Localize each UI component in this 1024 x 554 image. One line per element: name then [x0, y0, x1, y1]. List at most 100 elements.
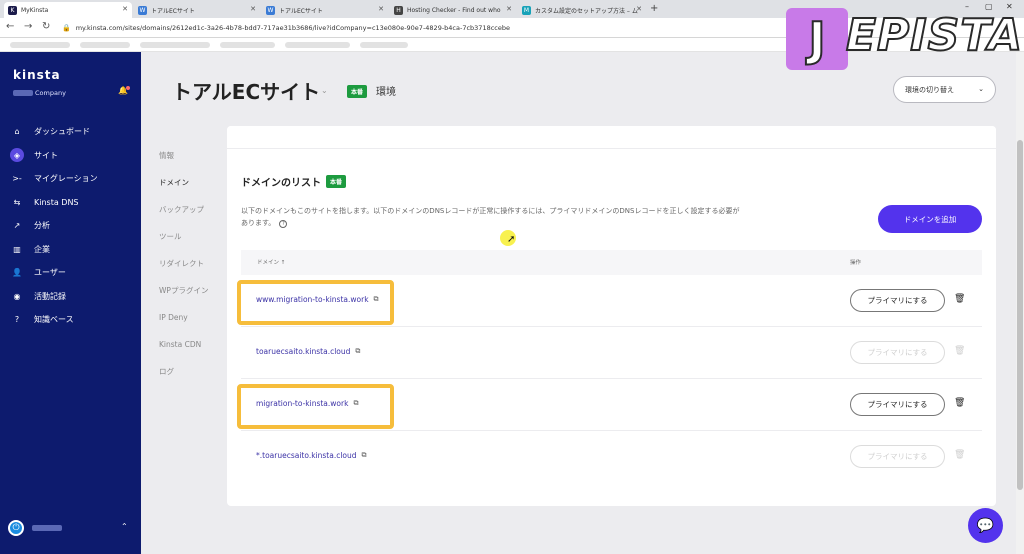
- subnav-tools[interactable]: ツール: [159, 223, 229, 250]
- domain-link[interactable]: toaruecsaito.kinsta.cloud ⧉: [256, 347, 360, 356]
- lock-icon: 🔒: [62, 24, 71, 32]
- sidebar-item-migration[interactable]: >- マイグレーション: [0, 167, 141, 191]
- dns-icon: ⇆: [13, 197, 21, 207]
- chat-icon[interactable]: 💬: [968, 508, 1003, 543]
- kinsta-logo[interactable]: kinsta: [13, 68, 61, 82]
- forward-icon[interactable]: →: [24, 21, 32, 32]
- subnav-ip-deny[interactable]: IP Deny: [159, 304, 229, 331]
- sidebar-item-knowledge-base[interactable]: ? 知識ベース: [0, 308, 141, 332]
- company-icon: ▥: [13, 244, 21, 254]
- sidebar-item-label: 企業: [34, 244, 50, 254]
- reload-icon[interactable]: ↻: [42, 21, 50, 32]
- bookmark-item[interactable]: [220, 42, 275, 48]
- sidebar-item-label: ユーザー: [34, 268, 66, 278]
- sidebar-item-label: サイト: [34, 150, 58, 160]
- trash-icon[interactable]: 🗑: [954, 398, 965, 408]
- subnav-redirects[interactable]: リダイレクト: [159, 250, 229, 277]
- make-primary-button[interactable]: プライマリにする: [850, 289, 945, 312]
- url-text: my.kinsta.com/sites/domains/2612ed1c-3a2…: [75, 24, 510, 32]
- new-tab-icon[interactable]: +: [650, 3, 658, 14]
- chevron-down-icon[interactable]: ⌄: [321, 86, 328, 95]
- sidebar-item-label: 知識ベース: [34, 315, 74, 325]
- sidebar-item-label: Kinsta DNS: [34, 197, 79, 207]
- subnav-domains[interactable]: ドメイン: [159, 169, 229, 196]
- close-tab-icon[interactable]: ✕: [378, 5, 384, 13]
- domains-section-title: ドメインのリスト 本番: [241, 174, 347, 189]
- tab-title: トアルECサイト: [151, 7, 195, 15]
- chevron-up-icon[interactable]: ⌃: [121, 522, 128, 531]
- subnav-backups[interactable]: バックアップ: [159, 196, 229, 223]
- domain-link[interactable]: *.toaruecsaito.kinsta.cloud ⧉: [256, 451, 367, 460]
- sidebar-item-label: マイグレーション: [34, 174, 98, 184]
- close-tab-icon[interactable]: ✕: [506, 5, 512, 13]
- browser-tab-site-1[interactable]: W トアルECサイト ✕: [134, 2, 260, 18]
- browser-tab-site-2[interactable]: W トアルECサイト ✕: [262, 2, 388, 18]
- trash-icon[interactable]: 🗑: [954, 294, 965, 304]
- table-row: *.toaruecsaito.kinsta.cloud ⧉ プライマリにする 🗑: [241, 431, 982, 483]
- external-link-icon: ⧉: [355, 347, 361, 355]
- url-input[interactable]: 🔒 my.kinsta.com/sites/domains/2612ed1c-3…: [62, 21, 862, 35]
- env-switch-button[interactable]: 環境の切り替え ⌄: [893, 76, 996, 103]
- help-icon[interactable]: ?: [279, 220, 288, 228]
- make-primary-button-disabled: プライマリにする: [850, 341, 945, 364]
- mouse-cursor-icon: ➚: [507, 234, 516, 245]
- browser-tab-custom-setup[interactable]: M カスタム設定のセットアップ方法 – ム ✕: [518, 2, 646, 18]
- site-subnav: 情報 ドメイン バックアップ ツール リダイレクト WPプラグイン IP Den…: [159, 142, 229, 385]
- sidebar-item-company[interactable]: ▥ 企業: [0, 238, 141, 262]
- user-menu[interactable]: ⏻ ⌃: [8, 520, 128, 536]
- bookmark-item[interactable]: [360, 42, 408, 48]
- company-selector[interactable]: Company: [13, 89, 66, 97]
- close-tab-icon[interactable]: ✕: [122, 5, 128, 13]
- bookmark-item[interactable]: [80, 42, 130, 48]
- tab-title: トアルECサイト: [279, 7, 323, 15]
- kinsta-help-favicon-icon: M: [522, 5, 531, 15]
- domains-table-header: ドメイン ↑ 操作: [241, 250, 982, 275]
- subnav-logs[interactable]: ログ: [159, 358, 229, 385]
- make-primary-button[interactable]: プライマリにする: [850, 393, 945, 416]
- highlight-box: [237, 280, 394, 325]
- help-circle-icon: ?: [14, 315, 20, 325]
- scrollbar-thumb[interactable]: [1017, 140, 1023, 490]
- kinsta-favicon-icon: K: [8, 5, 17, 15]
- power-icon: ⏻: [8, 520, 24, 536]
- bookmark-item[interactable]: [285, 42, 350, 48]
- subnav-kinsta-cdn[interactable]: Kinsta CDN: [159, 331, 229, 358]
- page-title: トアルECサイト: [172, 80, 321, 104]
- table-row: toaruecsaito.kinsta.cloud ⧉ プライマリにする 🗑: [241, 327, 982, 379]
- tab-title: MyKinsta: [21, 6, 49, 14]
- bookmark-item[interactable]: [10, 42, 70, 48]
- browser-tab-hosting-checker[interactable]: H Hosting Checker - Find out who ✕: [390, 2, 516, 18]
- subnav-info[interactable]: 情報: [159, 142, 229, 169]
- sidebar-item-dashboard[interactable]: ⌂ ダッシュボード: [0, 120, 141, 144]
- highlight-box: [237, 384, 394, 429]
- env-label: 環境: [376, 87, 396, 98]
- browser-tab-mykinsta[interactable]: K MyKinsta ✕: [4, 2, 132, 18]
- hosting-checker-favicon-icon: H: [394, 5, 403, 15]
- home-icon: ⌂: [14, 127, 20, 137]
- sidebar-item-activity-log[interactable]: ◉ 活動記録: [0, 285, 141, 309]
- external-link-icon: ⧉: [361, 451, 367, 459]
- tab-title: Hosting Checker - Find out who: [407, 6, 501, 14]
- sidebar-item-users[interactable]: 👤 ユーザー: [0, 261, 141, 285]
- sidebar: kinsta Company 🔔 ⌂ ダッシュボード ◈ サイト >- マイグレ…: [0, 52, 141, 554]
- wordpress-favicon-icon: W: [138, 5, 147, 15]
- close-tab-icon[interactable]: ✕: [636, 5, 642, 13]
- subnav-wp-plugins[interactable]: WPプラグイン: [159, 277, 229, 304]
- sites-icon: ◈: [10, 148, 24, 163]
- make-primary-button-disabled: プライマリにする: [850, 445, 945, 468]
- sidebar-item-analytics[interactable]: ↗ 分析: [0, 214, 141, 238]
- company-label: Company: [35, 89, 66, 97]
- sidebar-item-dns[interactable]: ⇆ Kinsta DNS: [0, 191, 141, 215]
- bookmark-item[interactable]: [140, 42, 210, 48]
- jepista-watermark-logo: J EPISTA: [786, 8, 1023, 70]
- sidebar-item-label: 分析: [34, 221, 50, 231]
- username-blurred: [32, 525, 62, 531]
- add-domain-button[interactable]: ドメインを追加: [878, 205, 982, 233]
- close-tab-icon[interactable]: ✕: [250, 5, 256, 13]
- card-top-section: [227, 126, 996, 149]
- sidebar-item-sites[interactable]: ◈ サイト: [0, 144, 141, 168]
- back-icon[interactable]: ←: [6, 21, 14, 32]
- trash-icon: 🗑: [954, 450, 966, 460]
- eye-icon: ◉: [13, 291, 21, 301]
- column-header-domain[interactable]: ドメイン ↑: [257, 258, 285, 266]
